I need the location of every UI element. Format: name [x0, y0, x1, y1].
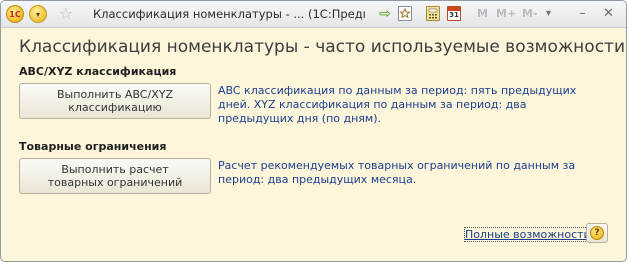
- main-menu-icon[interactable]: ▾: [29, 5, 47, 23]
- window-title: Классификация номенклатуры - ... (1С:Пре…: [93, 7, 365, 21]
- run-abc-xyz-button[interactable]: Выполнить ABC/XYZ классификацию: [19, 83, 211, 119]
- close-button[interactable]: ✕: [601, 6, 616, 21]
- title-bar: 1С ▾ ☆ Классификация номенклатуры - ... …: [1, 1, 626, 28]
- run-limits-calculation-button[interactable]: Выполнить расчет товарных ограничений: [19, 158, 211, 194]
- help-button[interactable]: ?: [586, 223, 608, 243]
- help-icon: ?: [590, 226, 604, 240]
- calendar-icon[interactable]: 31: [447, 6, 461, 21]
- minimize-button[interactable]: –: [575, 6, 590, 21]
- favorite-star-icon[interactable]: ☆: [57, 5, 75, 23]
- calendar-day: 31: [449, 11, 459, 19]
- form-content: Классификация номенклатуры - часто испол…: [1, 28, 626, 261]
- run-abc-xyz-button-label: Выполнить ABC/XYZ классификацию: [57, 88, 173, 114]
- 1c-logo-icon[interactable]: 1С: [6, 5, 24, 23]
- memory-minus-button[interactable]: M-: [522, 7, 538, 20]
- memory-plus-button[interactable]: M+: [496, 7, 516, 20]
- limits-section-heading: Товарные ограничения: [19, 140, 167, 153]
- application-window: 1С ▾ ☆ Классификация номенклатуры - ... …: [0, 0, 627, 262]
- abc-description: ABC классификация по данным за период: п…: [218, 84, 577, 125]
- limits-description: Расчет рекомендуемых товарных ограничени…: [218, 159, 576, 186]
- calculator-icon[interactable]: [426, 6, 440, 21]
- go-to-icon[interactable]: ⇨: [377, 5, 393, 23]
- abc-section-heading: ABC/XYZ классификация: [19, 65, 177, 78]
- chevron-down-icon[interactable]: ▾: [541, 6, 556, 21]
- run-limits-button-label: Выполнить расчет товарных ограничений: [47, 163, 183, 189]
- favorites-add-icon[interactable]: [398, 6, 412, 21]
- memory-m-button[interactable]: M: [477, 7, 488, 20]
- page-title: Классификация номенклатуры - часто испол…: [19, 37, 625, 57]
- all-features-link[interactable]: Полные возможности: [464, 227, 592, 242]
